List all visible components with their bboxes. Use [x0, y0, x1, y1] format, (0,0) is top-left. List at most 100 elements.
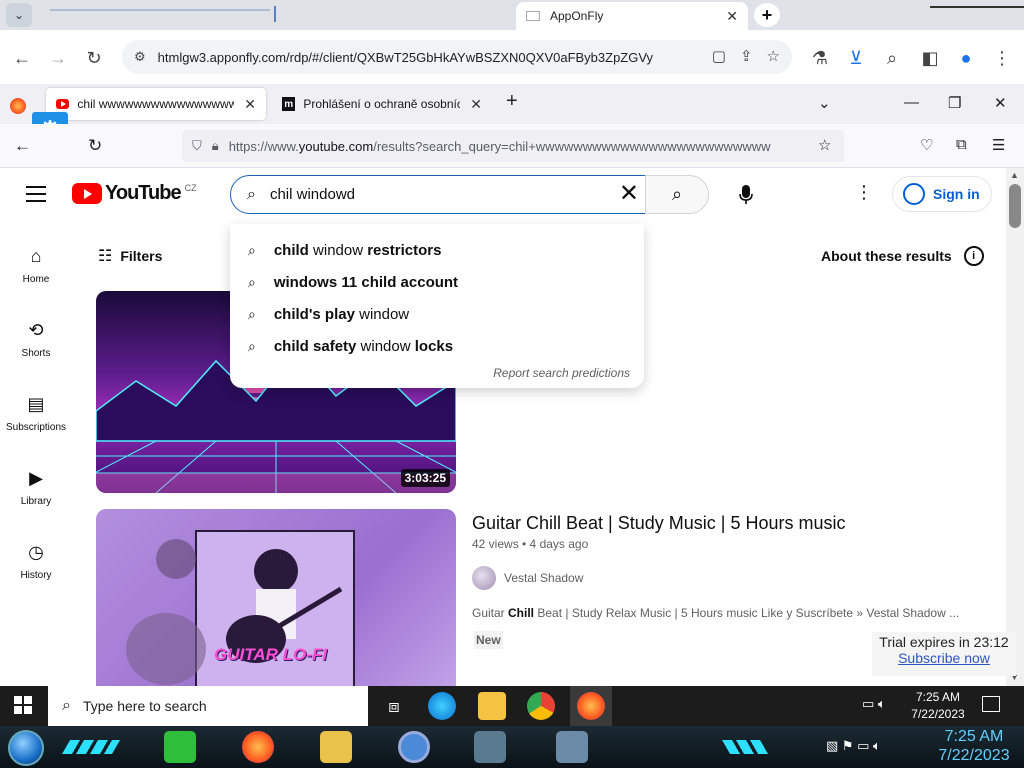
site-info-icon[interactable]: ⚙: [134, 49, 146, 65]
suggestion-item[interactable]: ⌕ child safety window locks: [248, 338, 453, 355]
clear-search-icon[interactable]: ✕: [619, 182, 639, 206]
minimize-icon[interactable]: —: [904, 94, 919, 111]
suggestion-item[interactable]: ⌕ windows 11 child account: [248, 274, 458, 291]
firefox-taskbar-button[interactable]: [570, 686, 612, 726]
filters-label: Filters: [120, 248, 163, 264]
sidebar-item-shorts[interactable]: ⟲ Shorts: [0, 318, 72, 359]
tab-search-button[interactable]: ⌄: [6, 3, 32, 27]
search-icon[interactable]: ⌕: [880, 46, 904, 70]
video-title-link[interactable]: Guitar Chill Beat | Study Music | 5 Hour…: [472, 513, 845, 534]
side-panel-icon[interactable]: ◧: [918, 46, 942, 70]
library-icon: ▶: [29, 468, 43, 488]
suggestion-item[interactable]: ⌕ child's play window: [248, 306, 409, 323]
suggestion-item[interactable]: ⌕ child window restrictors: [248, 242, 441, 259]
chrome-menu-icon[interactable]: ⋮: [990, 46, 1014, 70]
trial-notice: Trial expires in 23:12 Subscribe now: [872, 632, 1016, 676]
sidebar-item-library[interactable]: ▶ Library: [0, 466, 72, 507]
tray-icons[interactable]: ▧ ⚑ ▭ 🔈︎: [826, 738, 881, 754]
firefox-tab-youtube[interactable]: chil wwwwwwwwwwwwwwww ✕: [46, 88, 266, 120]
report-predictions-link[interactable]: Report search predictions: [493, 366, 630, 380]
forward-icon[interactable]: →: [46, 46, 70, 70]
download-icon[interactable]: ⊻: [844, 46, 868, 70]
suggestion-bold: child safety: [273, 338, 357, 355]
labs-flask-icon[interactable]: ⚗: [808, 46, 832, 70]
sidebar-item-history[interactable]: ◷ History: [0, 540, 72, 581]
system-tray-icons[interactable]: ▭ 🔈︎: [862, 696, 886, 712]
youtube-search-button[interactable]: ⌕: [645, 175, 709, 214]
back-icon[interactable]: ←: [10, 46, 34, 70]
about-results-button[interactable]: About these results i: [821, 246, 984, 266]
channel-name: Vestal Shadow: [504, 571, 584, 585]
new-tab-plus-icon[interactable]: +: [506, 90, 518, 113]
filters-button[interactable]: ☷ Filters: [98, 246, 162, 266]
subscribe-now-link[interactable]: Subscribe now: [872, 650, 1016, 666]
task-view-icon[interactable]: ⧈: [380, 692, 408, 720]
close-window-icon[interactable]: ✕: [994, 94, 1007, 112]
sidebar-label: Subscriptions: [5, 422, 67, 433]
search-icon: ⌕: [62, 697, 71, 714]
chrome-icon[interactable]: [398, 731, 430, 763]
chrome-icon[interactable]: [527, 692, 555, 720]
search-icon: ⌕: [671, 184, 683, 204]
voice-search-button[interactable]: [726, 175, 766, 215]
green-app-icon[interactable]: [164, 731, 196, 763]
taskbar-clock[interactable]: 7:25 AM 7/22/2023: [908, 689, 968, 723]
lock-icon[interactable]: 🔒︎: [212, 138, 219, 154]
close-tab-icon[interactable]: ✕: [726, 8, 738, 25]
start-orb-icon[interactable]: [8, 730, 44, 766]
profile-avatar-icon[interactable]: ●: [954, 46, 978, 70]
firefox-url-bar[interactable]: ⛉ 🔒︎ https://www. youtube.com/results?sea…: [182, 130, 844, 162]
close-tab-icon[interactable]: ✕: [244, 96, 256, 113]
firefox-tab-title: Prohlášení o ochraně osobních: [303, 97, 461, 111]
app-64-icon[interactable]: [556, 731, 588, 763]
youtube-logo[interactable]: YouTube CZ: [72, 182, 197, 205]
file-explorer-icon[interactable]: [478, 692, 506, 720]
taskbar-search-box[interactable]: ⌕ Type here to search: [48, 686, 368, 726]
suggestion-bold: windows 11 child account: [273, 274, 459, 291]
pocket-icon[interactable]: ♡: [920, 136, 933, 154]
virtualbox-icon[interactable]: [474, 731, 506, 763]
close-tab-icon[interactable]: ✕: [470, 96, 482, 113]
notification-icon[interactable]: [982, 696, 1000, 712]
video-metadata: 42 views • 4 days ago: [472, 537, 589, 551]
restore-icon[interactable]: ❐: [948, 94, 961, 112]
back-icon[interactable]: ←: [14, 136, 31, 156]
edge-icon[interactable]: [428, 692, 456, 720]
hamburger-menu-icon[interactable]: [26, 186, 46, 207]
folder-icon[interactable]: [320, 731, 352, 763]
reload-icon[interactable]: ↻: [88, 136, 102, 156]
share-icon[interactable]: ⇪: [740, 47, 753, 65]
firefox-view-icon[interactable]: [4, 90, 32, 122]
tab-apponfly[interactable]: AppOnFly ✕: [516, 2, 748, 30]
youtube-search-input[interactable]: [269, 186, 600, 203]
settings-kebab-icon[interactable]: ⋮: [854, 182, 874, 203]
firefox-icon[interactable]: [242, 731, 274, 763]
new-tab-button[interactable]: +: [754, 3, 780, 27]
host-date: 7/22/2023: [938, 747, 1010, 764]
bookmark-star-icon[interactable]: ☆: [818, 136, 831, 154]
sign-in-button[interactable]: Sign in: [892, 176, 992, 212]
channel-link[interactable]: Vestal Shadow: [472, 566, 583, 590]
video-thumbnail[interactable]: GUITAR LO-FI: [96, 509, 456, 686]
tracking-shield-icon[interactable]: ⛉: [192, 138, 202, 154]
tab-separator: [274, 6, 276, 22]
sidebar-item-subscriptions[interactable]: ▤ Subscriptions: [0, 392, 72, 433]
youtube-search-box[interactable]: ⌕ ✕: [230, 175, 646, 214]
scroll-up-icon[interactable]: ▲: [1010, 170, 1019, 180]
channel-avatar: [472, 566, 496, 590]
clipboard-icon[interactable]: ▢: [712, 47, 726, 65]
page-scrollbar[interactable]: ▲ ▼: [1006, 168, 1024, 686]
reload-icon[interactable]: ↻: [82, 46, 106, 70]
bookmark-star-icon[interactable]: ☆: [767, 47, 780, 65]
windows-start-icon[interactable]: [14, 696, 32, 714]
video-description: Guitar Chill Beat | Study Relax Music | …: [472, 606, 959, 620]
host-clock[interactable]: 7:25 AM 7/22/2023: [932, 727, 1016, 765]
sidebar-item-home[interactable]: ⌂ Home: [0, 244, 72, 285]
home-icon: ⌂: [30, 246, 42, 266]
list-tabs-chevron-icon[interactable]: ⌄: [818, 94, 831, 112]
extensions-icon[interactable]: ⧉: [956, 136, 967, 153]
firefox-menu-icon[interactable]: ☰: [992, 136, 1005, 154]
firefox-tab-privacy[interactable]: m Prohlášení o ochraně osobních ✕: [272, 88, 492, 120]
scrollbar-thumb[interactable]: [1009, 184, 1021, 228]
chrome-address-bar[interactable]: ⚙ htmlgw3.apponfly.com/rdp/#/client/QXBw…: [122, 40, 792, 74]
